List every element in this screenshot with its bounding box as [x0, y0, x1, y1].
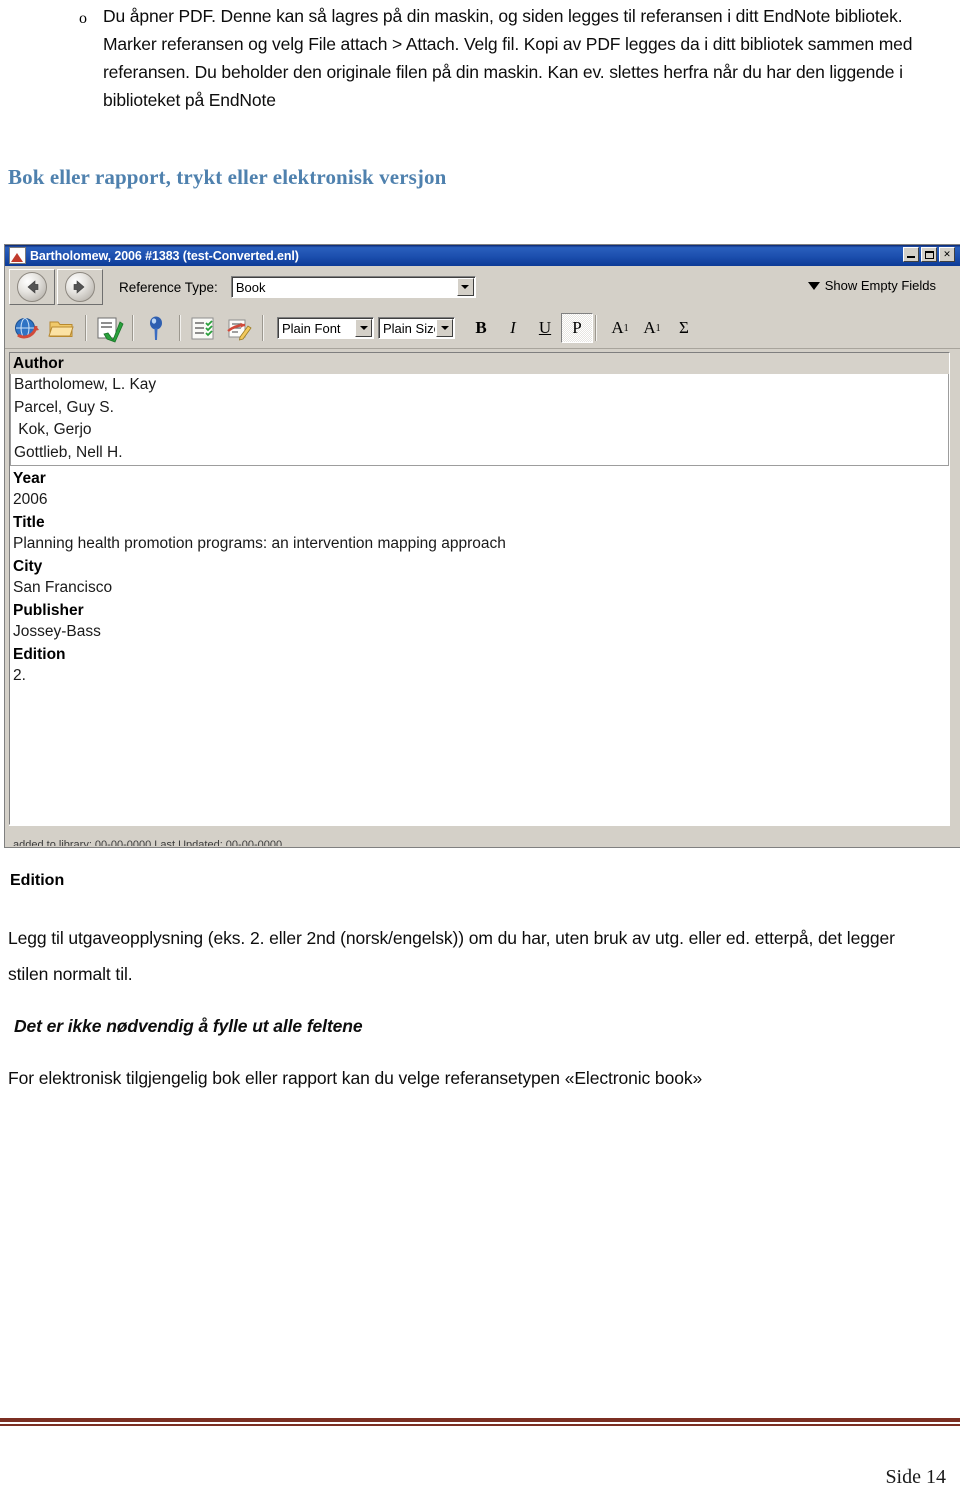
underline-label: U [538, 318, 552, 337]
next-reference-button[interactable] [57, 269, 103, 305]
paragraph-elektronisk: For elektronisk tilgjengelig bok eller r… [8, 1068, 703, 1088]
chevron-down-icon[interactable] [355, 319, 372, 337]
forward-arrow-icon [65, 272, 95, 302]
field-label-publisher: Publisher [13, 602, 84, 619]
reference-type-dropdown[interactable]: Book [230, 276, 476, 298]
bullet-marker: o [79, 10, 87, 27]
field-value-title: Planning health promotion programs: an i… [13, 535, 506, 552]
double-chevron-down-icon [807, 281, 820, 290]
superscript-label: A [611, 318, 624, 337]
close-button[interactable]: ✕ [939, 247, 955, 262]
superscript-button[interactable]: A1 [604, 313, 636, 343]
show-empty-fields-button[interactable]: Show Empty Fields [807, 278, 936, 293]
field-city[interactable]: City San Francisco [10, 556, 949, 600]
open-folder-icon[interactable] [47, 313, 77, 343]
spell-check-icon[interactable] [94, 313, 124, 343]
author-input-box[interactable]: Bartholomew, L. Kay Parcel, Guy S. Kok, … [10, 374, 949, 466]
field-label-city: City [13, 558, 43, 575]
field-value-year: 2006 [13, 491, 48, 508]
section-heading: Bok eller rapport, trykt eller elektroni… [8, 165, 447, 189]
checklist-icon[interactable] [188, 313, 218, 343]
superscript-mark: 1 [623, 322, 629, 334]
field-edition[interactable]: Edition 2. [10, 644, 949, 688]
window-titlebar: Bartholomew, 2006 #1383 (test-Converted.… [5, 245, 960, 266]
field-value-city: San Francisco [13, 579, 113, 596]
font-value: Plain Font [282, 320, 341, 336]
toolbar-row-formatting: Plain Font Plain Size B I U [5, 308, 960, 348]
window-title: Bartholomew, 2006 #1383 (test-Converted.… [30, 248, 299, 263]
field-title[interactable]: Title Planning health promotion programs… [10, 512, 949, 556]
field-year[interactable]: Year 2006 [10, 468, 949, 512]
toolbar-separator [595, 315, 597, 341]
field-value-publisher: Jossey-Bass [13, 623, 101, 640]
maximize-icon [924, 250, 934, 259]
font-size-value: Plain Size [383, 320, 435, 336]
sigma-icon: Σ [679, 318, 689, 337]
underline-button[interactable]: U [529, 313, 561, 343]
reference-type-value: Book [235, 279, 266, 295]
window-controls: ✕ [903, 247, 955, 262]
window-toolbar: Reference Type: Book Show Empty Fields P… [5, 266, 960, 349]
chevron-down-icon[interactable] [456, 278, 474, 296]
footer-divider [0, 1418, 960, 1426]
bullet-text: Du åpner PDF. Denne kan så lagres på din… [103, 6, 913, 110]
field-author[interactable]: Author Bartholomew, L. Kay Parcel, Guy S… [10, 353, 949, 466]
bullet-list-item: o Du åpner PDF. Denne kan så lagres på d… [79, 2, 938, 114]
field-label-author: Author [10, 353, 949, 374]
insert-symbol-button[interactable]: Σ [668, 313, 700, 343]
globe-link-icon[interactable] [11, 313, 41, 343]
endnote-reference-window: Bartholomew, 2006 #1383 (test-Converted.… [4, 244, 960, 848]
subscript-button[interactable]: A1 [636, 313, 668, 343]
minimize-icon [907, 256, 915, 258]
window-statusbar: added to library: 00-00-0000 Last Update… [9, 825, 950, 846]
toolbar-row-primary: Reference Type: Book Show Empty Fields [5, 266, 960, 308]
font-size-dropdown[interactable]: Plain Size [378, 317, 455, 339]
toolbar-separator [85, 315, 87, 341]
field-publisher[interactable]: Publisher Jossey-Bass [10, 600, 949, 644]
paragraph-legg-til: Legg til utgaveopplysning (eks. 2. eller… [8, 928, 895, 984]
close-icon: ✕ [943, 249, 951, 259]
back-arrow-icon [17, 272, 47, 302]
italic-label: I [510, 318, 516, 337]
field-label-year: Year [13, 470, 46, 487]
subscript-mark: 1 [655, 322, 661, 334]
paragraph-note-italic: Det er ikke nødvendig å fylle ut alle fe… [14, 1016, 363, 1036]
show-empty-fields-label: Show Empty Fields [824, 278, 936, 293]
push-pin-icon[interactable] [141, 313, 171, 343]
toolbar-separator [262, 315, 264, 341]
field-label-title: Title [13, 514, 45, 531]
previous-reference-button[interactable] [9, 269, 55, 305]
field-value-author: Bartholomew, L. Kay Parcel, Guy S. Kok, … [14, 376, 157, 461]
reference-fields-pane[interactable]: Author Bartholomew, L. Kay Parcel, Guy S… [9, 352, 950, 825]
endnote-app-icon [9, 247, 26, 264]
toolbar-separator [179, 315, 181, 341]
plain-label: P [572, 318, 582, 337]
chevron-down-icon[interactable] [436, 319, 453, 337]
plain-button[interactable]: P [561, 313, 593, 343]
page-number: Side 14 [885, 1466, 946, 1488]
edit-reference-icon[interactable] [224, 313, 254, 343]
bold-button[interactable]: B [465, 313, 497, 343]
field-label-edition: Edition [13, 646, 66, 663]
field-value-edition: 2. [13, 667, 26, 684]
text-format-buttons: B I U P A1 A1 Σ [465, 313, 700, 343]
minimize-button[interactable] [903, 247, 919, 262]
edition-caption: Edition [10, 872, 65, 889]
statusbar-text: added to library: 00-00-0000 Last Update… [13, 839, 283, 846]
toolbar-separator [132, 315, 134, 341]
italic-button[interactable]: I [497, 313, 529, 343]
reference-type-label: Reference Type: [119, 279, 218, 295]
font-dropdown[interactable]: Plain Font [277, 317, 374, 339]
subscript-label: A [643, 318, 656, 337]
maximize-button[interactable] [921, 247, 937, 262]
bold-label: B [475, 318, 487, 337]
